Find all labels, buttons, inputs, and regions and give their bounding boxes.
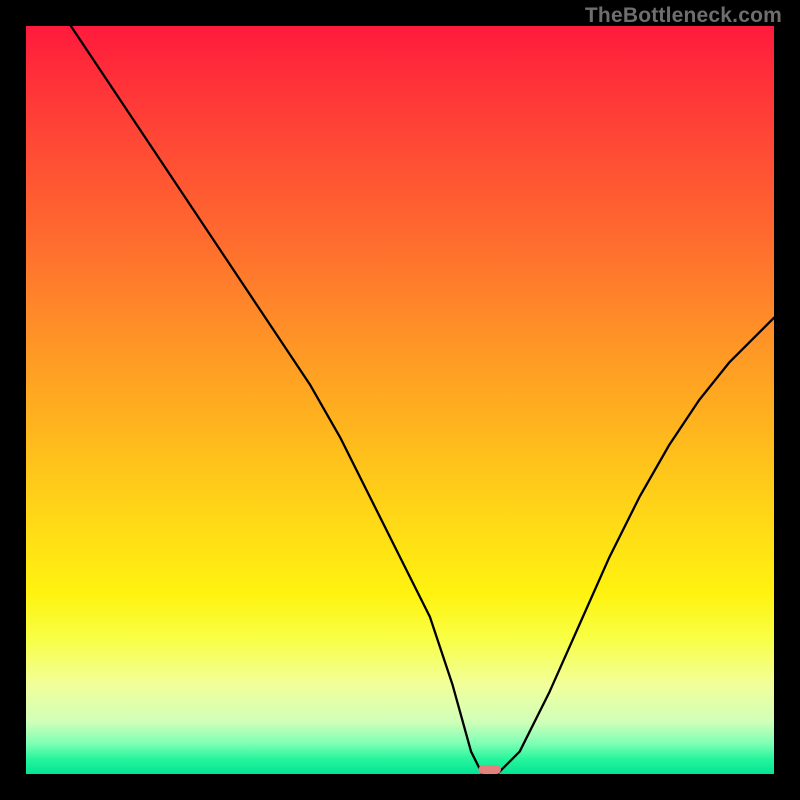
optimum-marker: [479, 765, 501, 774]
plot-area: [26, 26, 774, 774]
chart-frame: TheBottleneck.com: [0, 0, 800, 800]
curve-layer: [26, 26, 774, 774]
bottleneck-curve: [71, 26, 774, 774]
attribution-label: TheBottleneck.com: [585, 4, 782, 28]
